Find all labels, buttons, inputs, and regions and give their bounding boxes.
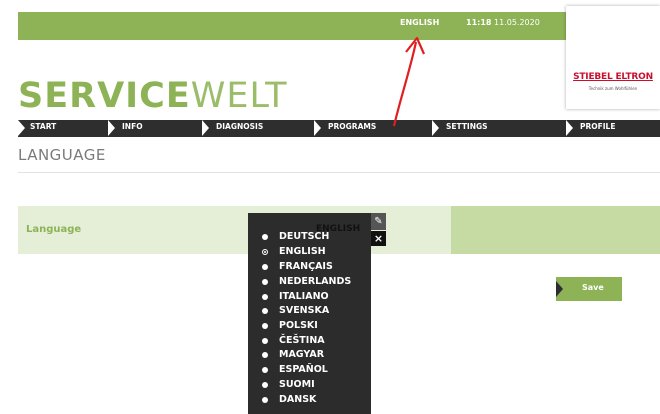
site-title: SERVICEWELT	[18, 76, 288, 116]
radio-dot	[262, 294, 268, 300]
radio-dot	[262, 323, 268, 329]
option-label: FRANÇAIS	[279, 261, 333, 272]
date: 11.05.2020	[494, 18, 540, 27]
option-label: ESPAÑOL	[279, 364, 328, 375]
nav-arrow-info	[108, 120, 115, 136]
radio-dot	[262, 264, 268, 270]
radio-dot-selected	[262, 249, 268, 255]
logo-tagline: Technik zum Wohlfühlen	[588, 86, 638, 91]
radio-dot	[262, 308, 268, 314]
nav-arrow-programs	[314, 120, 321, 136]
option-label: ČEŠTINA	[279, 335, 325, 346]
main-nav: START INFO DIAGNOSIS PROGRAMS SETTINGS P…	[18, 120, 660, 137]
nav-item-settings[interactable]: SETTINGS	[446, 120, 488, 137]
option-label: ENGLISH	[279, 246, 326, 257]
nav-item-diagnosis[interactable]: DIAGNOSIS	[216, 120, 263, 137]
nav-arrow-profile	[566, 120, 573, 136]
radio-dot	[262, 279, 268, 285]
nav-item-start[interactable]: START	[30, 120, 56, 137]
radio-dot	[262, 367, 268, 373]
option-label: SVENSKA	[279, 305, 330, 316]
save-notch-icon	[556, 281, 563, 297]
language-label: Language	[26, 224, 82, 235]
top-bar	[18, 12, 660, 40]
annotation-arrow-icon	[392, 36, 426, 127]
page-title: LANGUAGE	[18, 146, 106, 164]
option-label: DANSK	[279, 394, 317, 405]
option-label: DEUTSCH	[279, 231, 330, 242]
nav-item-info[interactable]: INFO	[122, 120, 143, 137]
site-title-light: WELT	[190, 76, 288, 116]
brand-logo: STIEBEL ELTRON Technik zum Wohlfühlen	[566, 6, 660, 109]
logo-brand: STIEBEL ELTRON	[573, 72, 653, 82]
site-title-bold: SERVICE	[18, 76, 191, 116]
nav-item-profile[interactable]: PROFILE	[580, 120, 615, 137]
language-row-accent	[451, 206, 660, 254]
option-label: POLSKI	[279, 320, 318, 331]
save-label: Save	[582, 283, 604, 292]
option-label: ITALIANO	[279, 291, 329, 302]
close-icon[interactable]: ×	[371, 231, 386, 246]
language-link[interactable]: ENGLISH	[400, 18, 439, 27]
heading-divider	[18, 172, 660, 173]
option-label: SUOMI	[279, 379, 315, 390]
nav-arrow-diagnosis	[202, 120, 209, 136]
radio-dot	[262, 234, 268, 240]
save-button[interactable]: Save	[556, 277, 622, 301]
time: 11:18	[466, 18, 492, 27]
radio-dot	[262, 338, 268, 344]
pencil-icon[interactable]: ✎	[371, 213, 386, 230]
option-label: MAGYAR	[279, 349, 325, 360]
nav-arrow-start	[18, 120, 25, 136]
option-label: NEDERLANDS	[279, 276, 352, 287]
radio-dot	[262, 397, 268, 403]
nav-item-programs[interactable]: PROGRAMS	[328, 120, 376, 137]
radio-dot	[262, 352, 268, 358]
datetime: 11:18 11.05.2020	[466, 18, 540, 27]
radio-dot	[262, 382, 268, 388]
